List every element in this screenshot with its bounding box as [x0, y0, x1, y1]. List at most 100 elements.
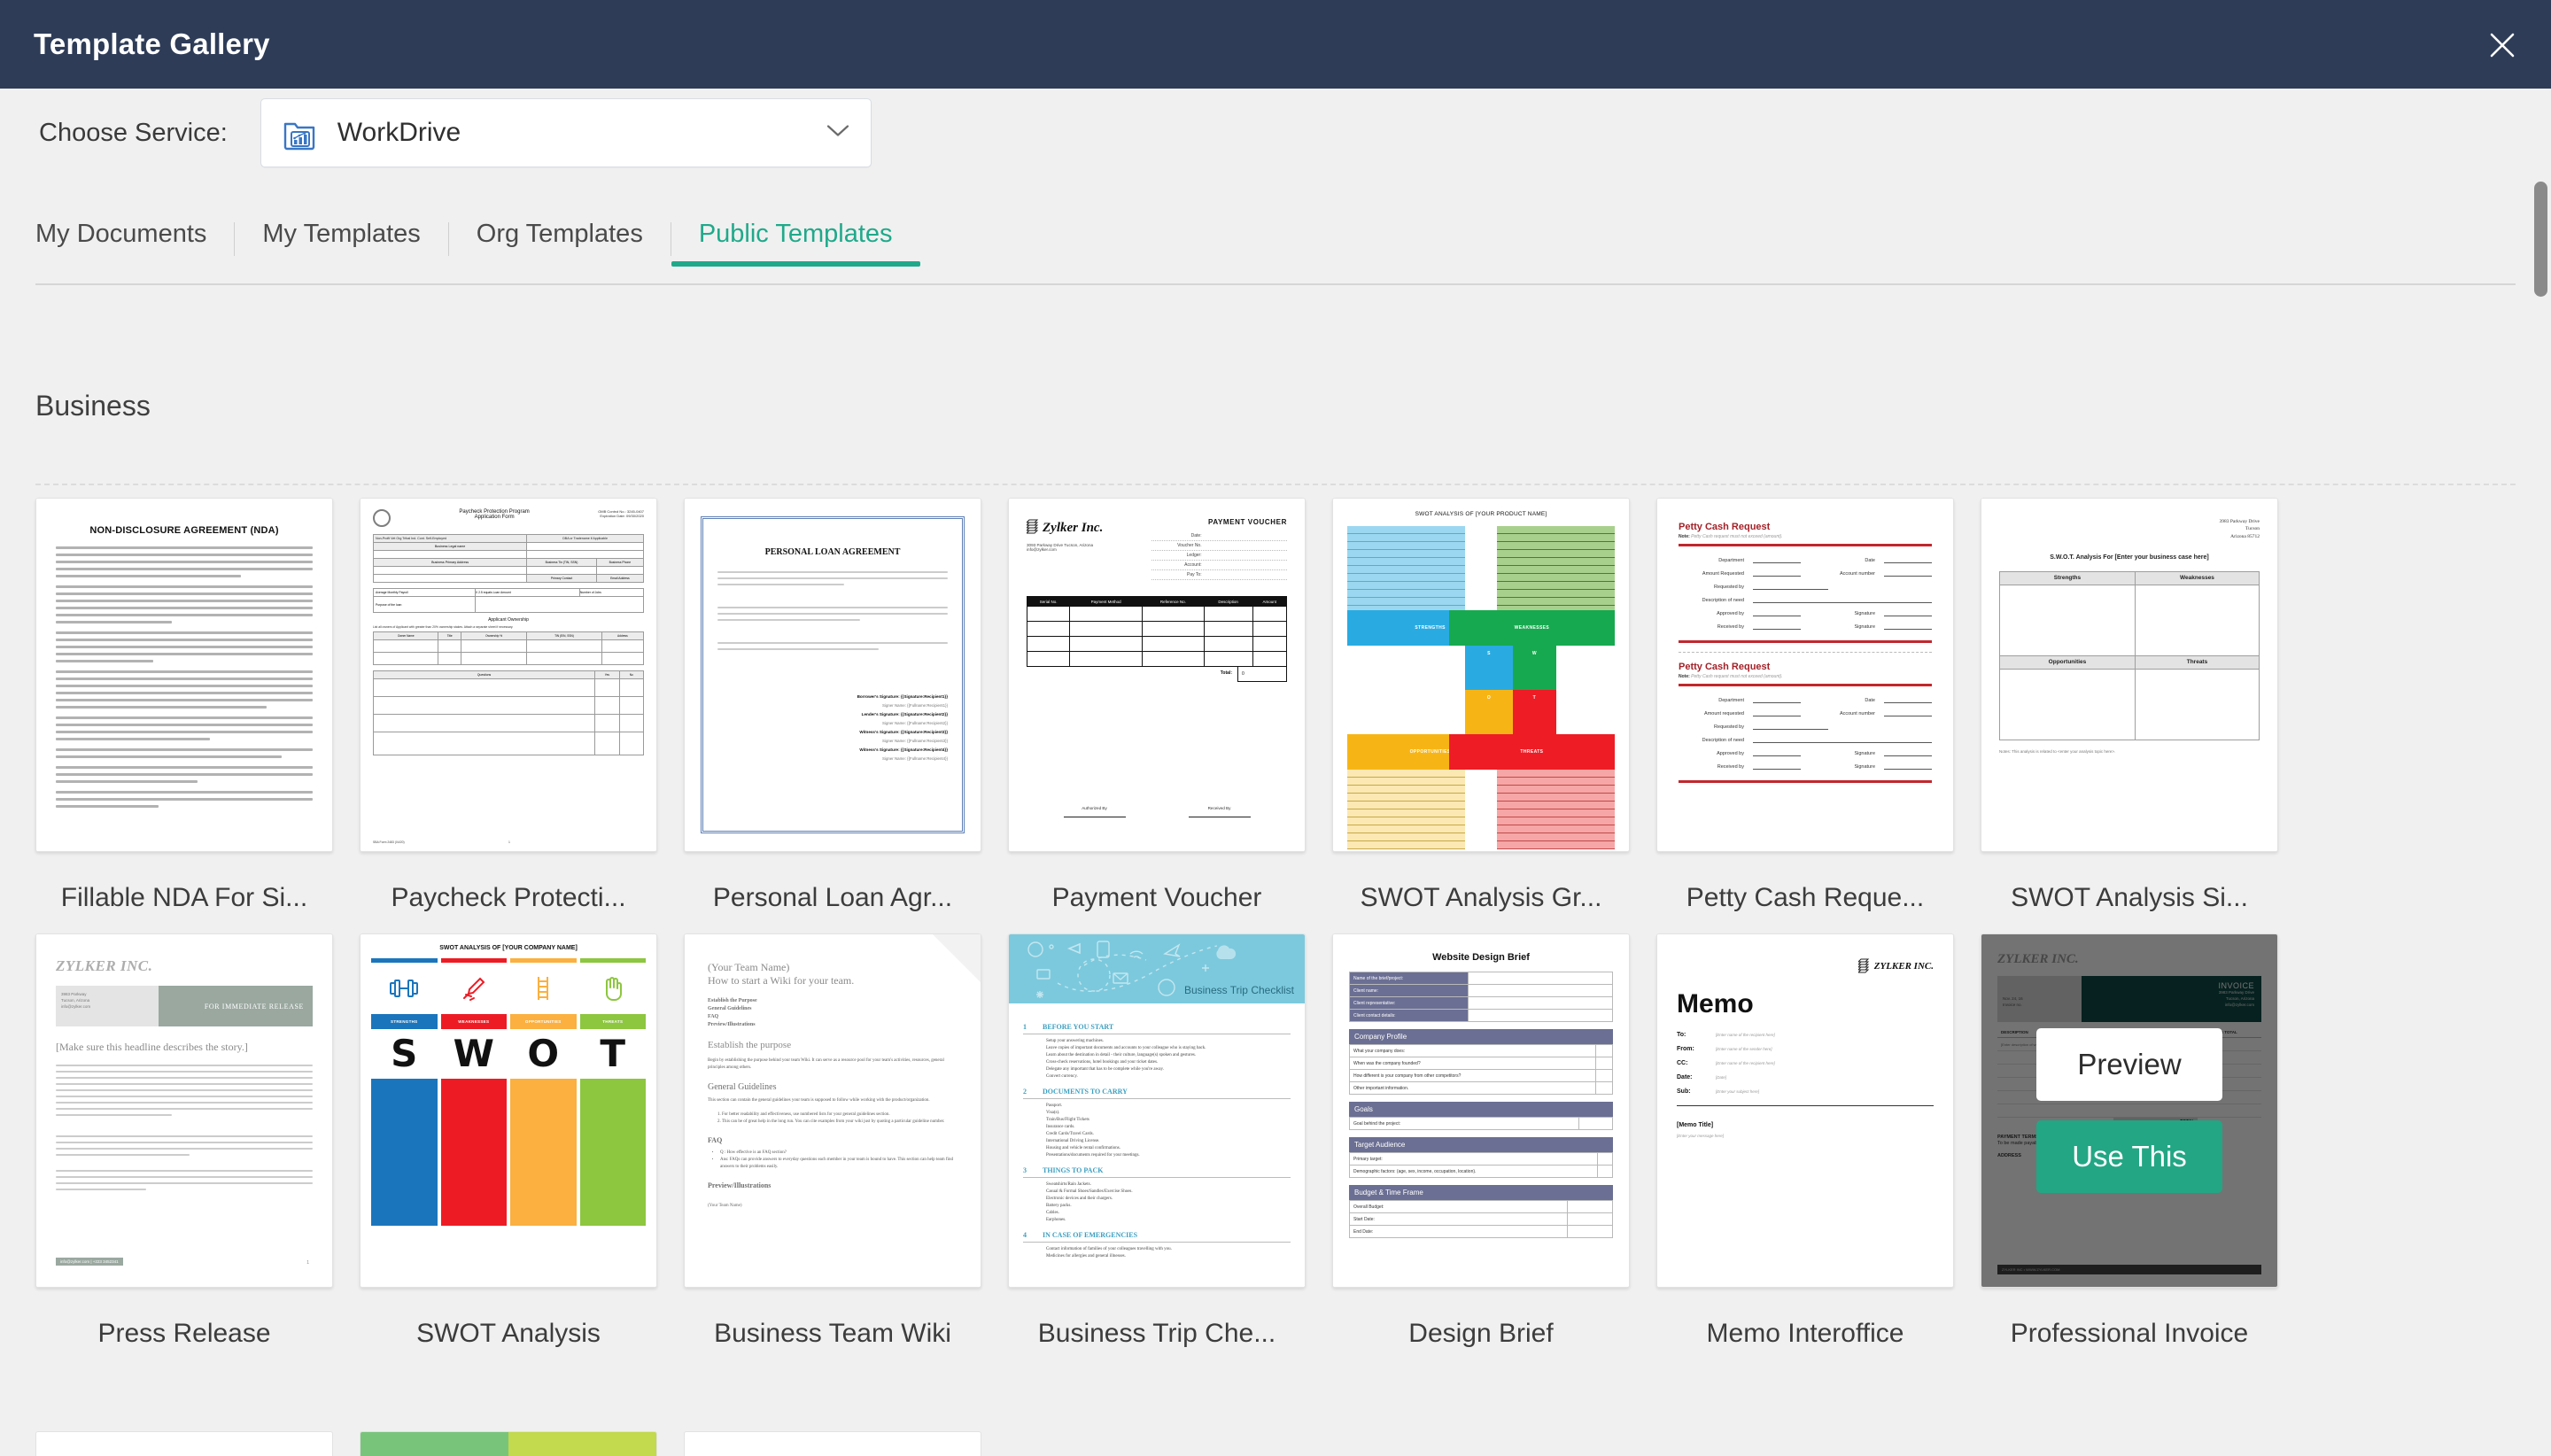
swot-graphic-letter-s: S: [1487, 651, 1491, 656]
tw-p-guidelines: This section can contain the general gui…: [708, 1097, 958, 1104]
petty-cash-preview: Petty Cash Request Note: Petty Cash requ…: [1657, 499, 1953, 851]
template-card-payment-voucher[interactable]: Zylker Inc. 3093 Parkway Drive Tucson, A…: [1008, 498, 1332, 913]
workdrive-folder-icon: [281, 114, 318, 151]
template-card-paycheck-protection[interactable]: Paycheck Protection Program Application …: [360, 498, 684, 913]
swot-col-label-weaknesses: WEAKNESSES: [441, 1014, 508, 1029]
template-caption: SWOT Analysis Gr...: [1332, 883, 1630, 913]
tw-toc-2: General Guidelines: [708, 1006, 958, 1011]
tw-p-purpose: Begin by establishing the purpose behind…: [708, 1057, 958, 1072]
petty-cash-note-label: Note:: [1679, 534, 1690, 539]
pc2-dept: Department: [1679, 698, 1744, 703]
db-group-3-head: Target Audience: [1349, 1137, 1613, 1152]
pc2-recv: Received by: [1679, 764, 1744, 770]
tw-toc-3: FAQ: [708, 1014, 958, 1019]
sws-addr-1: 3983 Parkway Drive: [1999, 518, 2260, 525]
template-card-memo-interoffice[interactable]: ZYLKER INC. Memo To:[Enter name of the r…: [1656, 933, 1981, 1349]
template-card-design-brief[interactable]: Website Design Brief Name of the brief/p…: [1332, 933, 1656, 1349]
pc1-reqby: Requested by: [1679, 585, 1744, 590]
tab-my-templates[interactable]: My Templates: [235, 220, 447, 267]
vertical-scrollbar-track[interactable]: [2532, 89, 2551, 1456]
swot-column-weaknesses: WEAKNESSES W: [441, 958, 508, 1226]
petty-cash-note: Petty Cash request must not exceed (amou…: [1691, 534, 1782, 539]
template-card-press-release[interactable]: ZYLKER INC. 3983 Parkway Tucson, Arizona…: [35, 933, 360, 1349]
chevron-down-icon: [826, 124, 849, 143]
voucher-field-date: Date:: [1151, 533, 1201, 538]
template-card-business-trip-checklist[interactable]: Business Trip Checklist 1BEFORE YOU STAR…: [1008, 933, 1332, 1349]
template-caption: Paycheck Protecti...: [360, 883, 657, 913]
pr-footer: info@zylker.com | +223 3452341: [56, 1258, 123, 1266]
template-card-petty-cash[interactable]: Petty Cash Request Note: Petty Cash requ…: [1656, 498, 1981, 913]
template-card-fillable-nda[interactable]: NON-DISCLOSURE AGREEMENT (NDA) Fillable …: [35, 498, 360, 913]
loan-sig-2: Lender's Signature: {{Signature:Recipien…: [717, 712, 948, 716]
template-card-professional-invoice[interactable]: ZYLKER INC. Nov. 24, 16 Invoice no. INVO…: [1981, 933, 2305, 1349]
trip-checklist-header-banner: Business Trip Checklist: [1009, 934, 1305, 1003]
tc-s1-i6: Convert currency.: [1046, 1074, 1291, 1079]
tc-s2-i3: Train/Bus/Flight Tickets: [1046, 1118, 1291, 1122]
template-card-personal-loan[interactable]: PERSONAL LOAN AGREEMENT Borrower's Signa…: [684, 498, 1008, 913]
template-caption: Memo Interoffice: [1656, 1319, 1954, 1349]
pp-no: No: [619, 671, 643, 679]
swot-col-label-opportunities: OPPORTUNITIES: [510, 1014, 577, 1029]
page-fold-decoration: [933, 934, 981, 982]
pp-subtitle: Application Form: [398, 515, 591, 520]
dialog-titlebar: Template Gallery: [0, 0, 2551, 89]
tc-s2-i5: Credit Cards/Travel Cards.: [1046, 1132, 1291, 1136]
preview-button[interactable]: Preview: [2036, 1028, 2221, 1101]
memo-v-cc: [Enter name of the recipient here]: [1716, 1061, 1775, 1065]
swot-column-strengths: STRENGTHS S: [371, 958, 438, 1226]
memo-k-cc: CC:: [1677, 1060, 1707, 1066]
pp-dba: DBA or Tradename if Applicable: [527, 535, 644, 543]
template-thumbnail: ZYLKER INC. 3983 Parkway Tucson, Arizona…: [35, 933, 333, 1288]
pc1-acct: Account number: [1810, 571, 1875, 577]
template-card-swot-analysis[interactable]: SWOT ANALYSIS OF [YOUR COMPANY NAME]: [360, 933, 684, 1349]
template-caption: Petty Cash Reque...: [1656, 883, 1954, 913]
tw-faq-q: Q : How effective is an FAQ section?: [720, 1150, 958, 1157]
dumbbell-icon: [371, 963, 438, 1014]
memo-k-date: Date:: [1677, 1074, 1707, 1080]
pc1-desc: Description of need: [1679, 598, 1744, 603]
db-g4-r1: Overall Budget:: [1350, 1201, 1568, 1213]
memo-k-from: From:: [1677, 1046, 1707, 1052]
swot-graphic-label-opportunities: OPPORTUNITIES: [1410, 749, 1451, 755]
pc1-sig1: Signature: [1810, 611, 1875, 616]
service-select[interactable]: WorkDrive: [260, 98, 872, 167]
pp-addr: Business Primary Address: [374, 559, 527, 567]
swot-col-letter-o: O: [510, 1029, 577, 1079]
petty-cash-note-label-2: Note:: [1679, 674, 1690, 679]
memo-v-date: [Date]: [1716, 1075, 1726, 1080]
loan-sig-3: Witness's Signature: {{Signature:Recipie…: [717, 730, 948, 734]
close-icon[interactable]: [2480, 23, 2524, 67]
tab-my-documents[interactable]: My Documents: [35, 220, 234, 267]
pp-col-tin: TIN (EIN, SSN): [527, 632, 602, 640]
loan-document-preview: PERSONAL LOAN AGREEMENT Borrower's Signa…: [685, 499, 981, 851]
db-g3-r1: Primary target:: [1350, 1153, 1598, 1166]
voucher-col-serial: Serial No.: [1027, 597, 1070, 607]
template-card-partial[interactable]: [360, 1431, 684, 1456]
loan-sig-4: Witness's Signature: {{Signature:Recipie…: [717, 747, 948, 752]
template-card-partial[interactable]: [684, 1431, 1008, 1456]
use-this-button[interactable]: Use This: [2036, 1120, 2222, 1193]
template-card-partial[interactable]: [35, 1431, 360, 1456]
voucher-col-method: Payment Method: [1070, 597, 1143, 607]
pp-avg: Average Monthly Payroll: [374, 589, 476, 597]
vertical-scrollbar-thumb[interactable]: [2534, 182, 2547, 297]
template-gallery-dialog: Template Gallery Choose Service:: [0, 0, 2551, 1456]
tc-s2-i6: International Driving License.: [1046, 1139, 1291, 1143]
press-release-preview: ZYLKER INC. 3983 Parkway Tucson, Arizona…: [36, 934, 332, 1287]
ladder-icon: [510, 963, 577, 1014]
template-thumbnail: (Your Team Name) How to start a Wiki for…: [684, 933, 981, 1288]
swot-col-label-threats: THREATS: [580, 1014, 647, 1029]
petty-cash-title: Petty Cash Request: [1679, 522, 1932, 532]
pr-addr-2: Tucson, Arizona: [61, 998, 153, 1004]
template-grid: NON-DISCLOSURE AGREEMENT (NDA) Fillable …: [35, 498, 2516, 1369]
tab-public-templates[interactable]: Public Templates: [671, 220, 920, 267]
paycheck-document-preview: Paycheck Protection Program Application …: [361, 499, 656, 851]
tc-sec1-h: BEFORE YOU START: [1043, 1023, 1113, 1031]
pp-ownership: Applicant Ownership: [373, 617, 644, 623]
template-caption: Design Brief: [1332, 1319, 1630, 1349]
tab-org-templates[interactable]: Org Templates: [449, 220, 671, 267]
swot-simple-notes: Notes: This analysis is related to <ente…: [1999, 749, 2260, 754]
template-card-swot-graphic[interactable]: SWOT ANALYSIS OF [YOUR PRODUCT NAME] STR…: [1332, 498, 1656, 913]
template-card-swot-simple[interactable]: 3983 Parkway Drive Tucson Arizona 85712 …: [1981, 498, 2305, 913]
template-card-business-team-wiki[interactable]: (Your Team Name) How to start a Wiki for…: [684, 933, 1008, 1349]
